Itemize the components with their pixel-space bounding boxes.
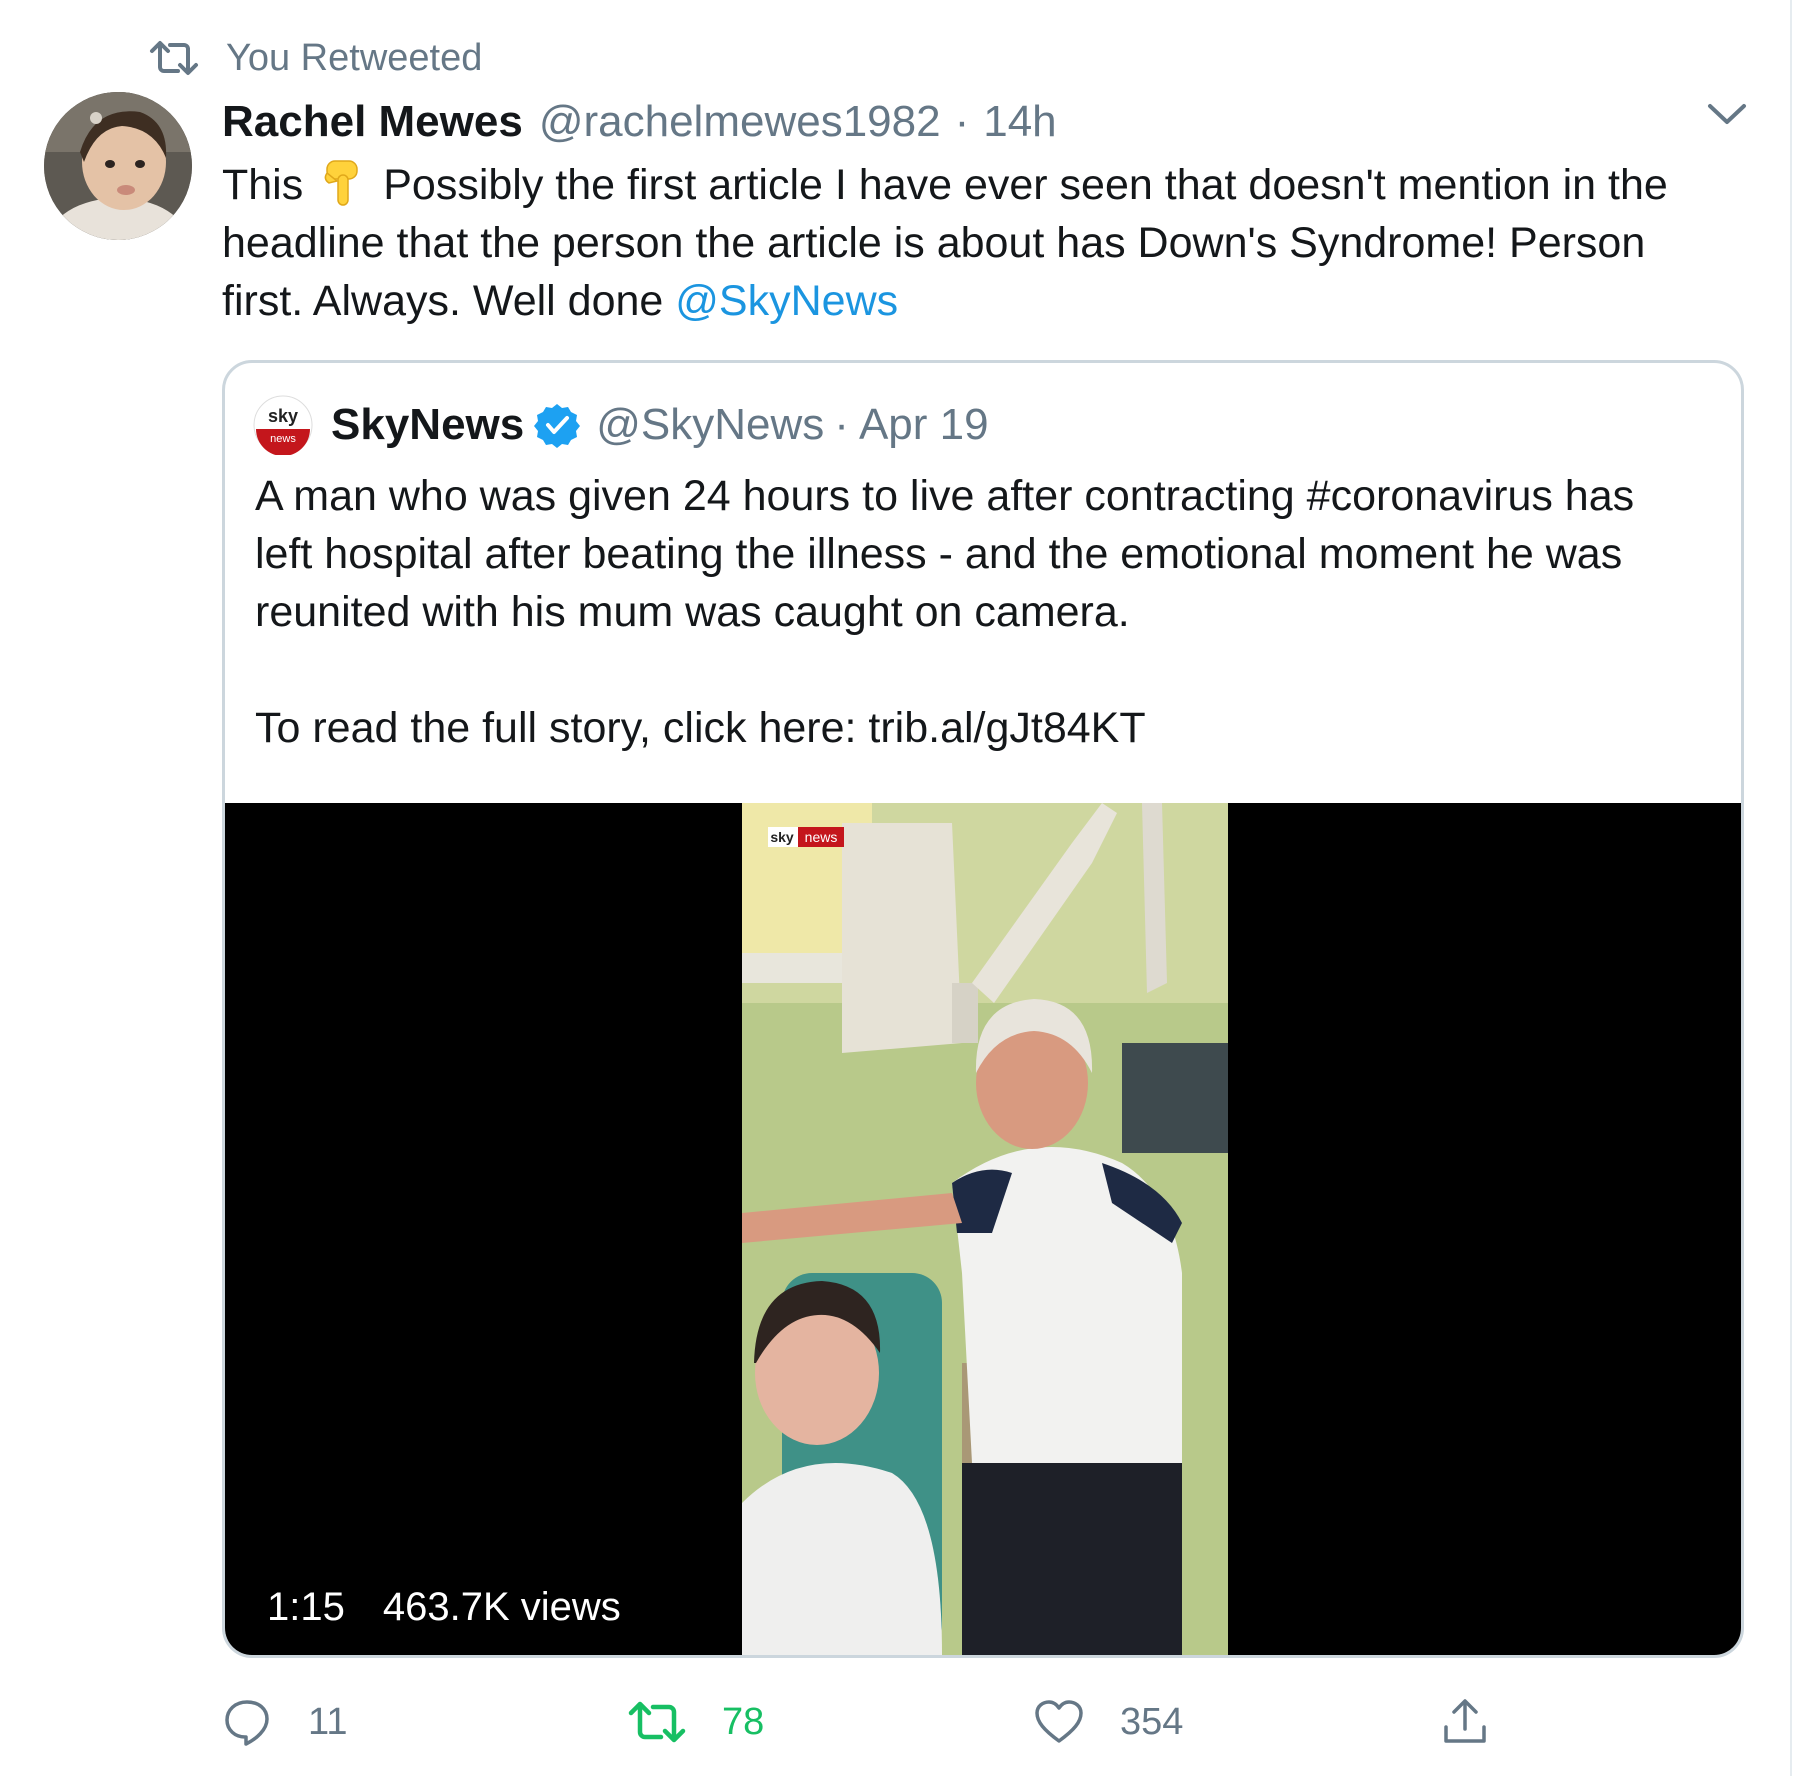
video-info-overlay: 1:15 463.7K views: [267, 1585, 621, 1630]
video-watermark-news: news: [805, 829, 838, 845]
skynews-avatar[interactable]: sky news: [253, 395, 313, 455]
retweet-icon: [150, 41, 198, 75]
verified-badge-icon: [534, 404, 581, 448]
retweet-icon: [628, 1701, 686, 1743]
reply-button[interactable]: 11: [222, 1692, 347, 1752]
quoted-author-name[interactable]: SkyNews: [331, 400, 524, 450]
video-thumbnail: sky news: [742, 803, 1228, 1655]
like-button[interactable]: 354: [1034, 1692, 1183, 1752]
video-watermark-sky: sky: [770, 829, 794, 845]
author-handle[interactable]: @rachelmewes1982: [539, 97, 941, 147]
quoted-tweet-card[interactable]: sky news SkyNews @SkyNews · Apr 19 A man…: [222, 360, 1744, 1658]
quoted-tweet-date: Apr 19: [858, 400, 989, 449]
quoted-tweet-header: sky news SkyNews @SkyNews · Apr 19: [253, 393, 989, 457]
quoted-header-separator: ·: [834, 400, 849, 449]
tweet-text-segment: first. Always. Well done: [222, 277, 676, 325]
reply-count: 11: [308, 1700, 348, 1743]
tweet-text-line: first. Always. Well done @SkyNews: [222, 272, 1742, 330]
tweet-timestamp[interactable]: 14h: [983, 97, 1056, 147]
retweet-button[interactable]: 78: [628, 1692, 764, 1752]
quoted-author-handle[interactable]: @SkyNews: [596, 400, 824, 450]
author-avatar-image: [44, 92, 192, 240]
svg-text:sky: sky: [268, 406, 298, 426]
svg-text:news: news: [270, 433, 296, 445]
tweet-text-line: headline that the person the article is …: [222, 219, 1646, 267]
video-view-count: 463.7K views: [382, 1585, 621, 1629]
quoted-text-line: reunited with his mum was caught on came…: [255, 588, 1130, 636]
retweet-count: 78: [722, 1700, 765, 1743]
tweet-text: This Possibly the first article I have e…: [222, 156, 1742, 330]
share-icon: [1444, 1699, 1486, 1743]
video-frame: sky news: [742, 803, 1228, 1655]
quoted-tweet-text: A man who was given 24 hours to live aft…: [255, 467, 1715, 757]
backhand-index-pointing-down-icon: [324, 160, 358, 206]
quoted-text-line: A man who was given 24 hours to live aft…: [255, 472, 1635, 520]
share-button[interactable]: [1440, 1692, 1526, 1752]
like-count: 354: [1120, 1700, 1184, 1743]
tweet-text-segment: This: [222, 161, 304, 209]
author-name[interactable]: Rachel Mewes: [222, 97, 523, 147]
tweet-text-line: This Possibly the first article I have e…: [222, 156, 1742, 214]
quoted-text-line: left hospital after beating the illness …: [255, 530, 1623, 578]
mention-link[interactable]: @SkyNews: [675, 277, 898, 325]
timeline-divider: [1790, 0, 1792, 1776]
retweet-context-label: You Retweeted: [226, 36, 483, 79]
chevron-down-icon[interactable]: [1704, 98, 1750, 132]
heart-icon: [1035, 1700, 1083, 1743]
reply-icon: [225, 1700, 269, 1746]
video-duration: 1:15: [267, 1585, 345, 1629]
tweet-action-bar: 11 78 354: [222, 1692, 1502, 1752]
quoted-text-line: To read the full story, click here: trib…: [255, 704, 1146, 752]
author-avatar[interactable]: [44, 92, 192, 240]
video-player[interactable]: sky news 1:15 463.7K views: [225, 803, 1741, 1655]
retweet-context: You Retweeted: [148, 34, 482, 82]
header-separator: ·: [954, 97, 970, 146]
tweet-text-segment: Possibly the first article I have ever s…: [383, 161, 1668, 209]
tweet-header: Rachel Mewes @rachelmewes1982 · 14h: [222, 96, 1057, 148]
